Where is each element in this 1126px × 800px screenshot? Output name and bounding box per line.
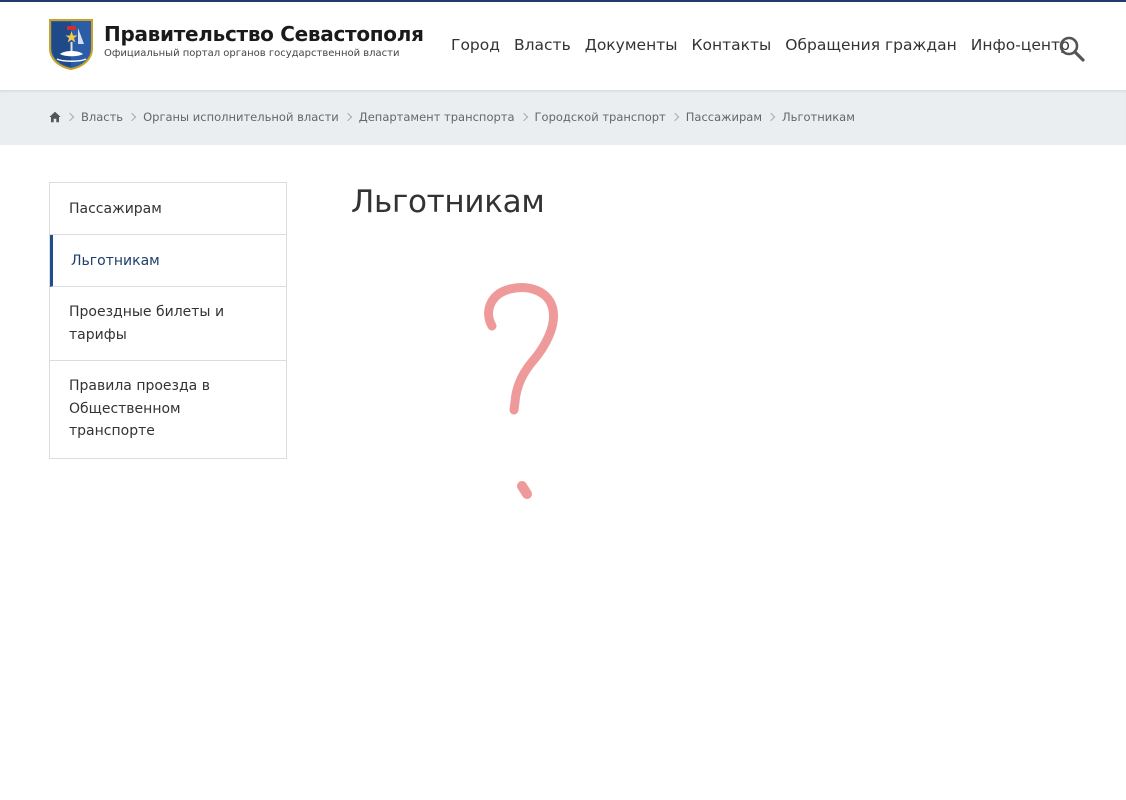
- sidebar-item-transport-rules[interactable]: Правила проезда в Общественном транспорт…: [50, 361, 286, 458]
- nav-item-authority[interactable]: Власть: [514, 35, 571, 55]
- breadcrumb-current: Льготникам: [782, 110, 855, 124]
- chevron-right-icon: [670, 112, 680, 122]
- question-mark-icon: [484, 283, 559, 499]
- chevron-right-icon: [127, 112, 137, 122]
- site-name: Правительство Севастополя Официальный по…: [104, 23, 424, 61]
- section-sidebar: Пассажирам Льготникам Проездные билеты и…: [49, 182, 287, 459]
- main-nav: Город Власть Документы Контакты Обращени…: [451, 35, 1084, 55]
- sidebar-item-beneficiaries[interactable]: Льготникам: [50, 235, 286, 287]
- home-icon: [49, 111, 61, 123]
- search-icon[interactable]: [1058, 35, 1086, 63]
- breadcrumb-item[interactable]: Департамент транспорта: [359, 110, 515, 124]
- page-title: Льготникам: [351, 184, 545, 220]
- site-header: Правительство Севастополя Официальный по…: [0, 2, 1126, 90]
- site-title: Правительство Севастополя: [104, 22, 424, 46]
- breadcrumb-item[interactable]: Власть: [81, 110, 123, 124]
- nav-item-citizen-appeals[interactable]: Обращения граждан: [785, 35, 956, 55]
- sevastopol-crest-icon: [49, 19, 93, 70]
- sidebar-item-tickets-and-fares[interactable]: Проездные билеты и тарифы: [50, 287, 286, 361]
- breadcrumb-item[interactable]: Органы исполнительной власти: [143, 110, 339, 124]
- sidebar-item-passengers[interactable]: Пассажирам: [50, 183, 286, 235]
- nav-item-contacts[interactable]: Контакты: [691, 35, 771, 55]
- breadcrumb-item[interactable]: Пассажирам: [686, 110, 762, 124]
- nav-item-city[interactable]: Город: [451, 35, 500, 55]
- chevron-right-icon: [519, 112, 528, 122]
- site-subtitle: Официальный портал органов государственн…: [104, 48, 400, 59]
- breadcrumb-home[interactable]: [49, 111, 61, 123]
- chevron-right-icon: [65, 112, 75, 122]
- breadcrumb-bar: Власть Органы исполнительной власти Депа…: [0, 90, 1126, 145]
- breadcrumb: Власть Органы исполнительной власти Депа…: [49, 110, 855, 124]
- breadcrumb-item[interactable]: Городской транспорт: [535, 110, 666, 124]
- site-logo-link[interactable]: Правительство Севастополя Официальный по…: [48, 18, 424, 70]
- chevron-right-icon: [343, 112, 352, 122]
- chevron-right-icon: [766, 112, 776, 122]
- nav-item-documents[interactable]: Документы: [585, 35, 678, 55]
- nav-item-info-center[interactable]: Инфо-центр: [971, 35, 1070, 55]
